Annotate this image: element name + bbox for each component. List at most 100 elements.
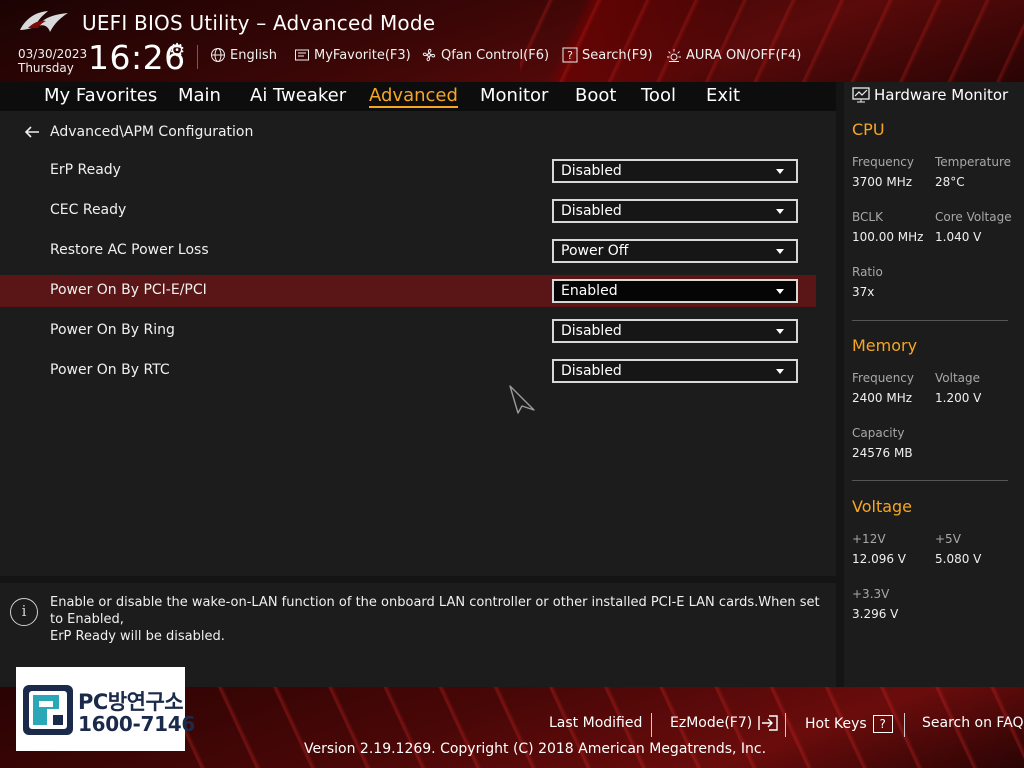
qfan-label: Qfan Control(F6) xyxy=(441,47,550,63)
search-label: Search(F9) xyxy=(582,47,653,63)
dropdown-value: Power Off xyxy=(561,243,629,259)
watermark-logo: PC방연구소 1600-7146 xyxy=(16,667,195,751)
setting-label: CEC Ready xyxy=(50,202,127,218)
myfavorite-label: MyFavorite(F3) xyxy=(314,47,411,63)
section-divider xyxy=(852,320,1008,321)
help-text: Enable or disable the wake-on-LAN functi… xyxy=(50,594,820,645)
setting-row-cec-ready[interactable]: CEC Ready Disabled xyxy=(0,195,816,227)
setting-row-power-on-by-pcie[interactable]: Power On By PCI-E/PCI Enabled xyxy=(0,275,816,307)
back-arrow-icon[interactable] xyxy=(24,125,40,139)
power-on-by-rtc-dropdown[interactable]: Disabled xyxy=(552,359,798,383)
caret-down-icon xyxy=(776,249,784,254)
bclk-value: 100.00 MHz xyxy=(852,230,924,244)
setting-row-erp-ready[interactable]: ErP Ready Disabled xyxy=(0,155,816,187)
core-voltage-label: Core Voltage xyxy=(935,210,1012,224)
globe-icon xyxy=(211,48,225,62)
v33-label: +3.3V xyxy=(852,587,890,601)
tab-tool[interactable]: Tool xyxy=(641,85,676,106)
tab-main[interactable]: Main xyxy=(178,85,221,106)
power-on-by-pcie-dropdown[interactable]: Enabled xyxy=(552,279,798,303)
voltage-heading: Voltage xyxy=(852,497,913,516)
rog-logo-icon xyxy=(20,11,68,32)
dropdown-value: Disabled xyxy=(561,163,622,179)
gear-icon[interactable]: ⚙ xyxy=(169,40,185,61)
search-faq-button[interactable]: Search on FAQ xyxy=(922,715,1024,731)
myfavorite-button[interactable]: MyFavorite(F3) xyxy=(294,47,411,63)
caret-down-icon xyxy=(776,209,784,214)
restore-ac-power-loss-dropdown[interactable]: Power Off xyxy=(552,239,798,263)
settings-panel: Advanced\APM Configuration ErP Ready Dis… xyxy=(0,111,836,576)
dropdown-value: Enabled xyxy=(561,283,618,299)
date-text: 03/30/2023 xyxy=(18,47,88,61)
tab-my-favorites[interactable]: My Favorites xyxy=(44,85,157,106)
search-button[interactable]: ? Search(F9) xyxy=(562,47,653,63)
hot-keys-button[interactable]: Hot Keys ? xyxy=(805,715,893,733)
setting-label: Power On By RTC xyxy=(50,362,170,378)
monitor-icon xyxy=(852,87,870,103)
hot-keys-label: Hot Keys xyxy=(805,716,867,732)
setting-label: Restore AC Power Loss xyxy=(50,242,209,258)
date-display: 03/30/2023 Thursday xyxy=(18,47,87,75)
ratio-label: Ratio xyxy=(852,265,883,279)
help-key-icon: ? xyxy=(872,715,893,733)
favorite-icon xyxy=(295,49,309,61)
tab-advanced[interactable]: Advanced xyxy=(369,85,458,108)
fan-icon xyxy=(422,48,436,62)
dropdown-value: Disabled xyxy=(561,203,622,219)
tab-boot[interactable]: Boot xyxy=(575,85,616,106)
help-line-1: Enable or disable the wake-on-LAN functi… xyxy=(50,595,820,627)
day-text: Thursday xyxy=(18,61,74,75)
caret-down-icon xyxy=(776,369,784,374)
tab-monitor[interactable]: Monitor xyxy=(480,85,548,106)
cpu-temperature-label: Temperature xyxy=(935,155,1012,169)
header-divider xyxy=(197,45,198,69)
cpu-frequency-label: Frequency xyxy=(852,155,914,169)
aura-button[interactable]: AURA ON/OFF(F4) xyxy=(666,47,801,63)
exit-to-ezmode-icon xyxy=(758,715,778,731)
memory-heading: Memory xyxy=(852,336,918,355)
v12-value: 12.096 V xyxy=(852,552,907,566)
cec-ready-dropdown[interactable]: Disabled xyxy=(552,199,798,223)
memory-voltage-label: Voltage xyxy=(935,371,981,385)
search-icon: ? xyxy=(562,47,578,63)
watermark-phone: 1600-7146 xyxy=(78,712,195,736)
power-on-by-ring-dropdown[interactable]: Disabled xyxy=(552,319,798,343)
ezmode-button[interactable]: EzMode(F7) xyxy=(670,715,778,731)
cpu-heading: CPU xyxy=(852,120,885,139)
v5-label: +5V xyxy=(935,532,961,546)
breadcrumb-path: Advanced\APM Configuration xyxy=(50,124,254,140)
main-menu-bar: My Favorites Main Ai Tweaker Advanced Mo… xyxy=(0,82,836,111)
breadcrumb[interactable]: Advanced\APM Configuration xyxy=(24,124,253,140)
setting-row-power-on-by-rtc[interactable]: Power On By RTC Disabled xyxy=(0,355,816,387)
setting-row-restore-ac-power-loss[interactable]: Restore AC Power Loss Power Off xyxy=(0,235,816,267)
v12-label: +12V xyxy=(852,532,886,546)
memory-frequency-label: Frequency xyxy=(852,371,914,385)
svg-text:?: ? xyxy=(567,49,573,62)
erp-ready-dropdown[interactable]: Disabled xyxy=(552,159,798,183)
tab-exit[interactable]: Exit xyxy=(706,85,740,106)
info-icon: i xyxy=(10,598,38,626)
v33-value: 3.296 V xyxy=(852,607,899,621)
language-button[interactable]: English xyxy=(210,47,277,63)
cpu-temperature-value: 28°C xyxy=(935,175,965,189)
hardware-monitor-panel: Hardware Monitor CPU Frequency Temperatu… xyxy=(844,82,1024,687)
tab-ai-tweaker[interactable]: Ai Tweaker xyxy=(250,85,346,106)
pc-lab-logo-icon xyxy=(23,685,73,735)
setting-label: ErP Ready xyxy=(50,162,121,178)
header-bar: UEFI BIOS Utility – Advanced Mode 03/30/… xyxy=(0,0,1024,82)
hardware-monitor-label: Hardware Monitor xyxy=(874,86,1009,104)
mouse-cursor-icon xyxy=(509,385,535,414)
qfan-button[interactable]: Qfan Control(F6) xyxy=(421,47,549,63)
last-modified-button[interactable]: Last Modified xyxy=(549,715,642,731)
caret-down-icon xyxy=(776,289,784,294)
language-label: English xyxy=(230,47,277,63)
ezmode-label: EzMode(F7) xyxy=(670,715,753,731)
caret-down-icon xyxy=(776,329,784,334)
capacity-label: Capacity xyxy=(852,426,905,440)
footer-divider xyxy=(651,713,652,737)
setting-row-power-on-by-ring[interactable]: Power On By Ring Disabled xyxy=(0,315,816,347)
footer-divider xyxy=(785,713,786,737)
capacity-value: 24576 MB xyxy=(852,446,913,460)
app-title: UEFI BIOS Utility – Advanced Mode xyxy=(82,11,436,35)
bclk-label: BCLK xyxy=(852,210,883,224)
